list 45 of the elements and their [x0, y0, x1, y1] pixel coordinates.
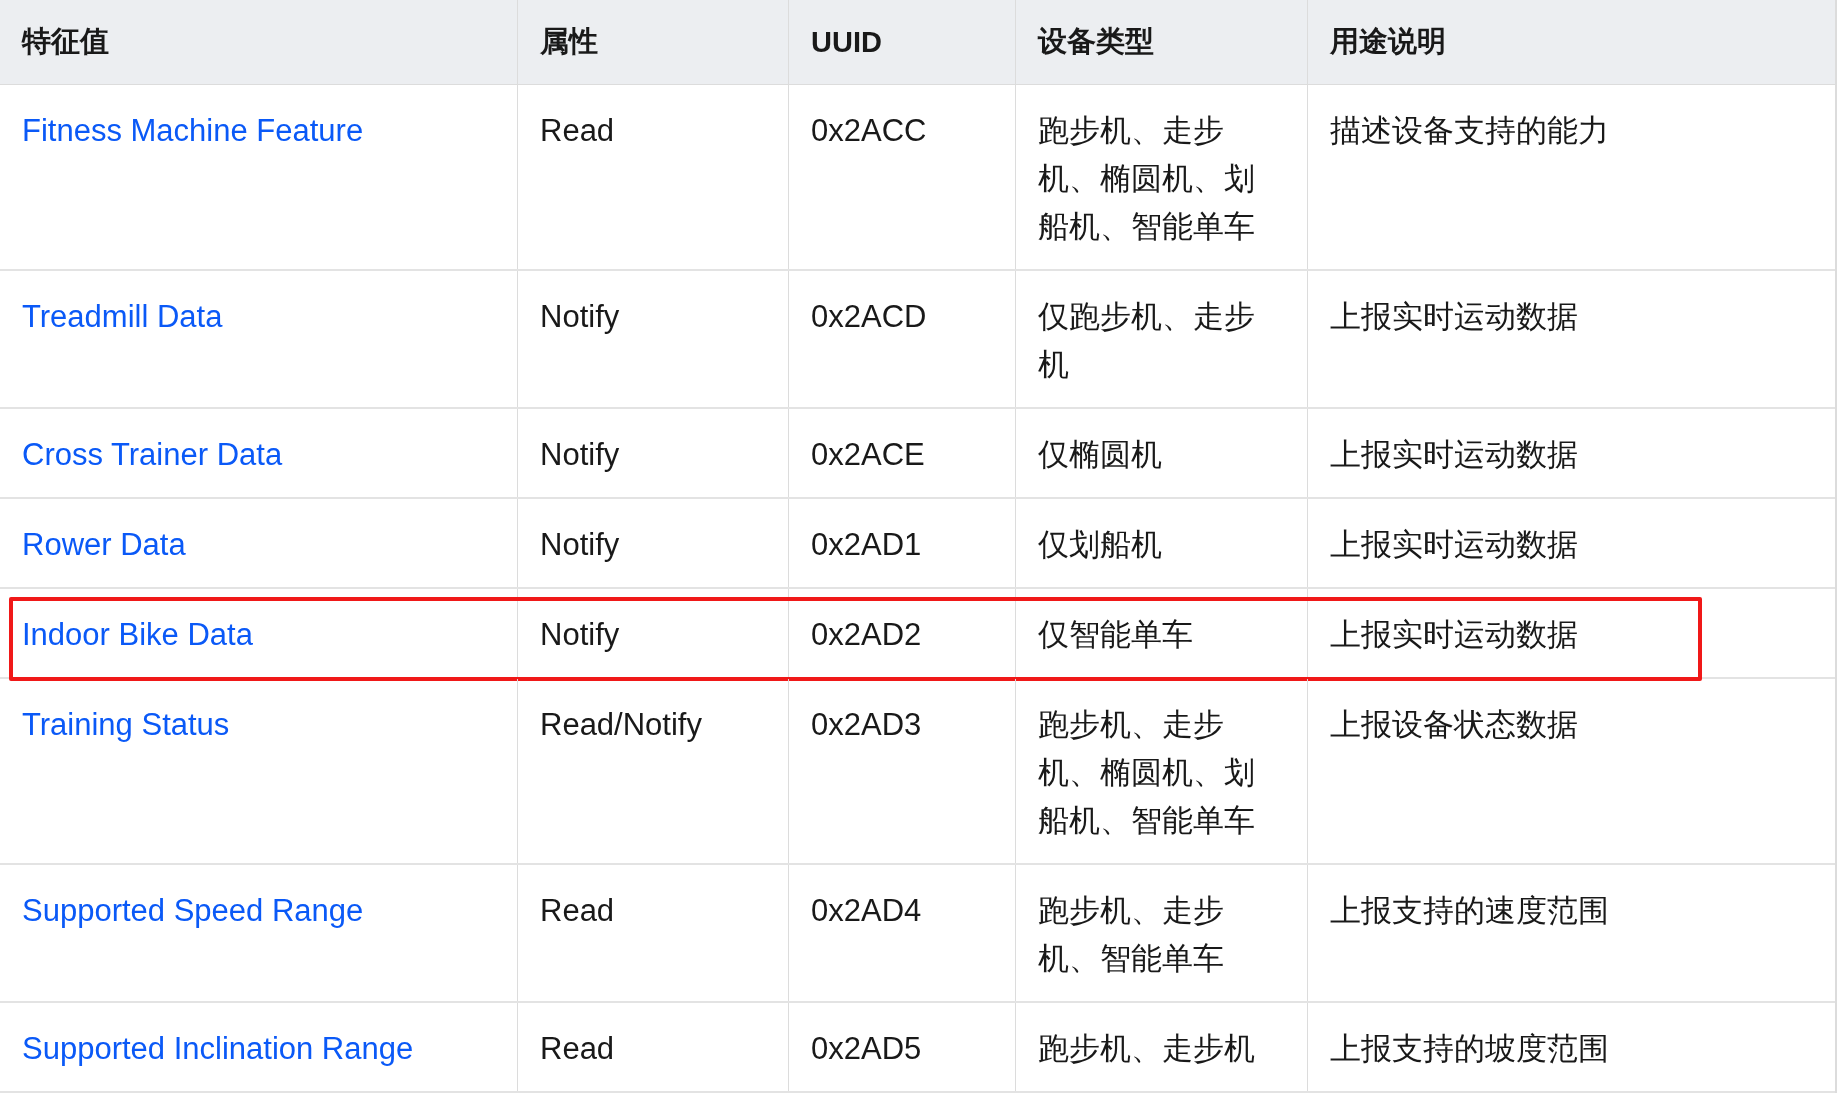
table-cell: 0x2AD4 [788, 865, 1015, 1001]
table-cell: 上报实时运动数据 [1307, 409, 1835, 497]
characteristic-link[interactable]: Fitness Machine Feature [22, 113, 364, 148]
table-cell: 仅跑步机、走步机 [1015, 271, 1307, 407]
characteristic-link[interactable]: Supported Speed Range [22, 893, 364, 928]
table-cell: 上报支持的坡度范围 [1307, 1003, 1835, 1091]
table-cell: 0x2ACE [788, 409, 1015, 497]
table-cell: 跑步机、走步机、椭圆机、划船机、智能单车 [1015, 85, 1307, 269]
table-cell: 上报支持的速度范围 [1307, 865, 1835, 1001]
table-cell: 0x2AD2 [788, 589, 1015, 677]
table-cell: Read [517, 85, 788, 269]
table-cell: 上报实时运动数据 [1307, 271, 1835, 407]
table-cell: 仅划船机 [1015, 499, 1307, 587]
table-cell: Read/Notify [517, 679, 788, 863]
column-header: UUID [788, 0, 1015, 84]
table-cell: 0x2AD3 [788, 679, 1015, 863]
table-cell: 0x2AD1 [788, 499, 1015, 587]
table-cell: Notify [517, 409, 788, 497]
table-cell: 跑步机、走步机、智能单车 [1015, 865, 1307, 1001]
table-cell: Notify [517, 499, 788, 587]
table-cell: 跑步机、走步机、椭圆机、划船机、智能单车 [1015, 679, 1307, 863]
table-cell: 跑步机、走步机 [1015, 1003, 1307, 1091]
table-cell: 描述设备支持的能力 [1307, 85, 1835, 269]
column-header: 用途说明 [1307, 0, 1835, 84]
characteristic-link[interactable]: Rower Data [22, 527, 186, 562]
characteristic-link[interactable]: Treadmill Data [22, 299, 223, 334]
column-header: 属性 [517, 0, 788, 84]
characteristic-link[interactable]: Training Status [22, 707, 230, 742]
table-cell: Read [517, 1003, 788, 1091]
table-cell: 上报实时运动数据 [1307, 499, 1835, 587]
characteristic-link[interactable]: Indoor Bike Data [22, 617, 253, 652]
table-cell: 0x2ACD [788, 271, 1015, 407]
table-cell: 0x2AD5 [788, 1003, 1015, 1091]
table-cell: Read [517, 865, 788, 1001]
table-cell: 仅椭圆机 [1015, 409, 1307, 497]
table-cell: 上报实时运动数据 [1307, 589, 1835, 677]
characteristic-link[interactable]: Supported Inclination Range [22, 1031, 414, 1066]
column-header: 特征值 [20, 24, 110, 59]
table-cell: 仅智能单车 [1015, 589, 1307, 677]
table-cell: Notify [517, 271, 788, 407]
characteristic-link[interactable]: Cross Trainer Data [22, 437, 283, 472]
table-cell: 0x2ACC [788, 85, 1015, 269]
column-header: 设备类型 [1015, 0, 1307, 84]
table-cell: Notify [517, 589, 788, 677]
table-cell: 上报设备状态数据 [1307, 679, 1835, 863]
